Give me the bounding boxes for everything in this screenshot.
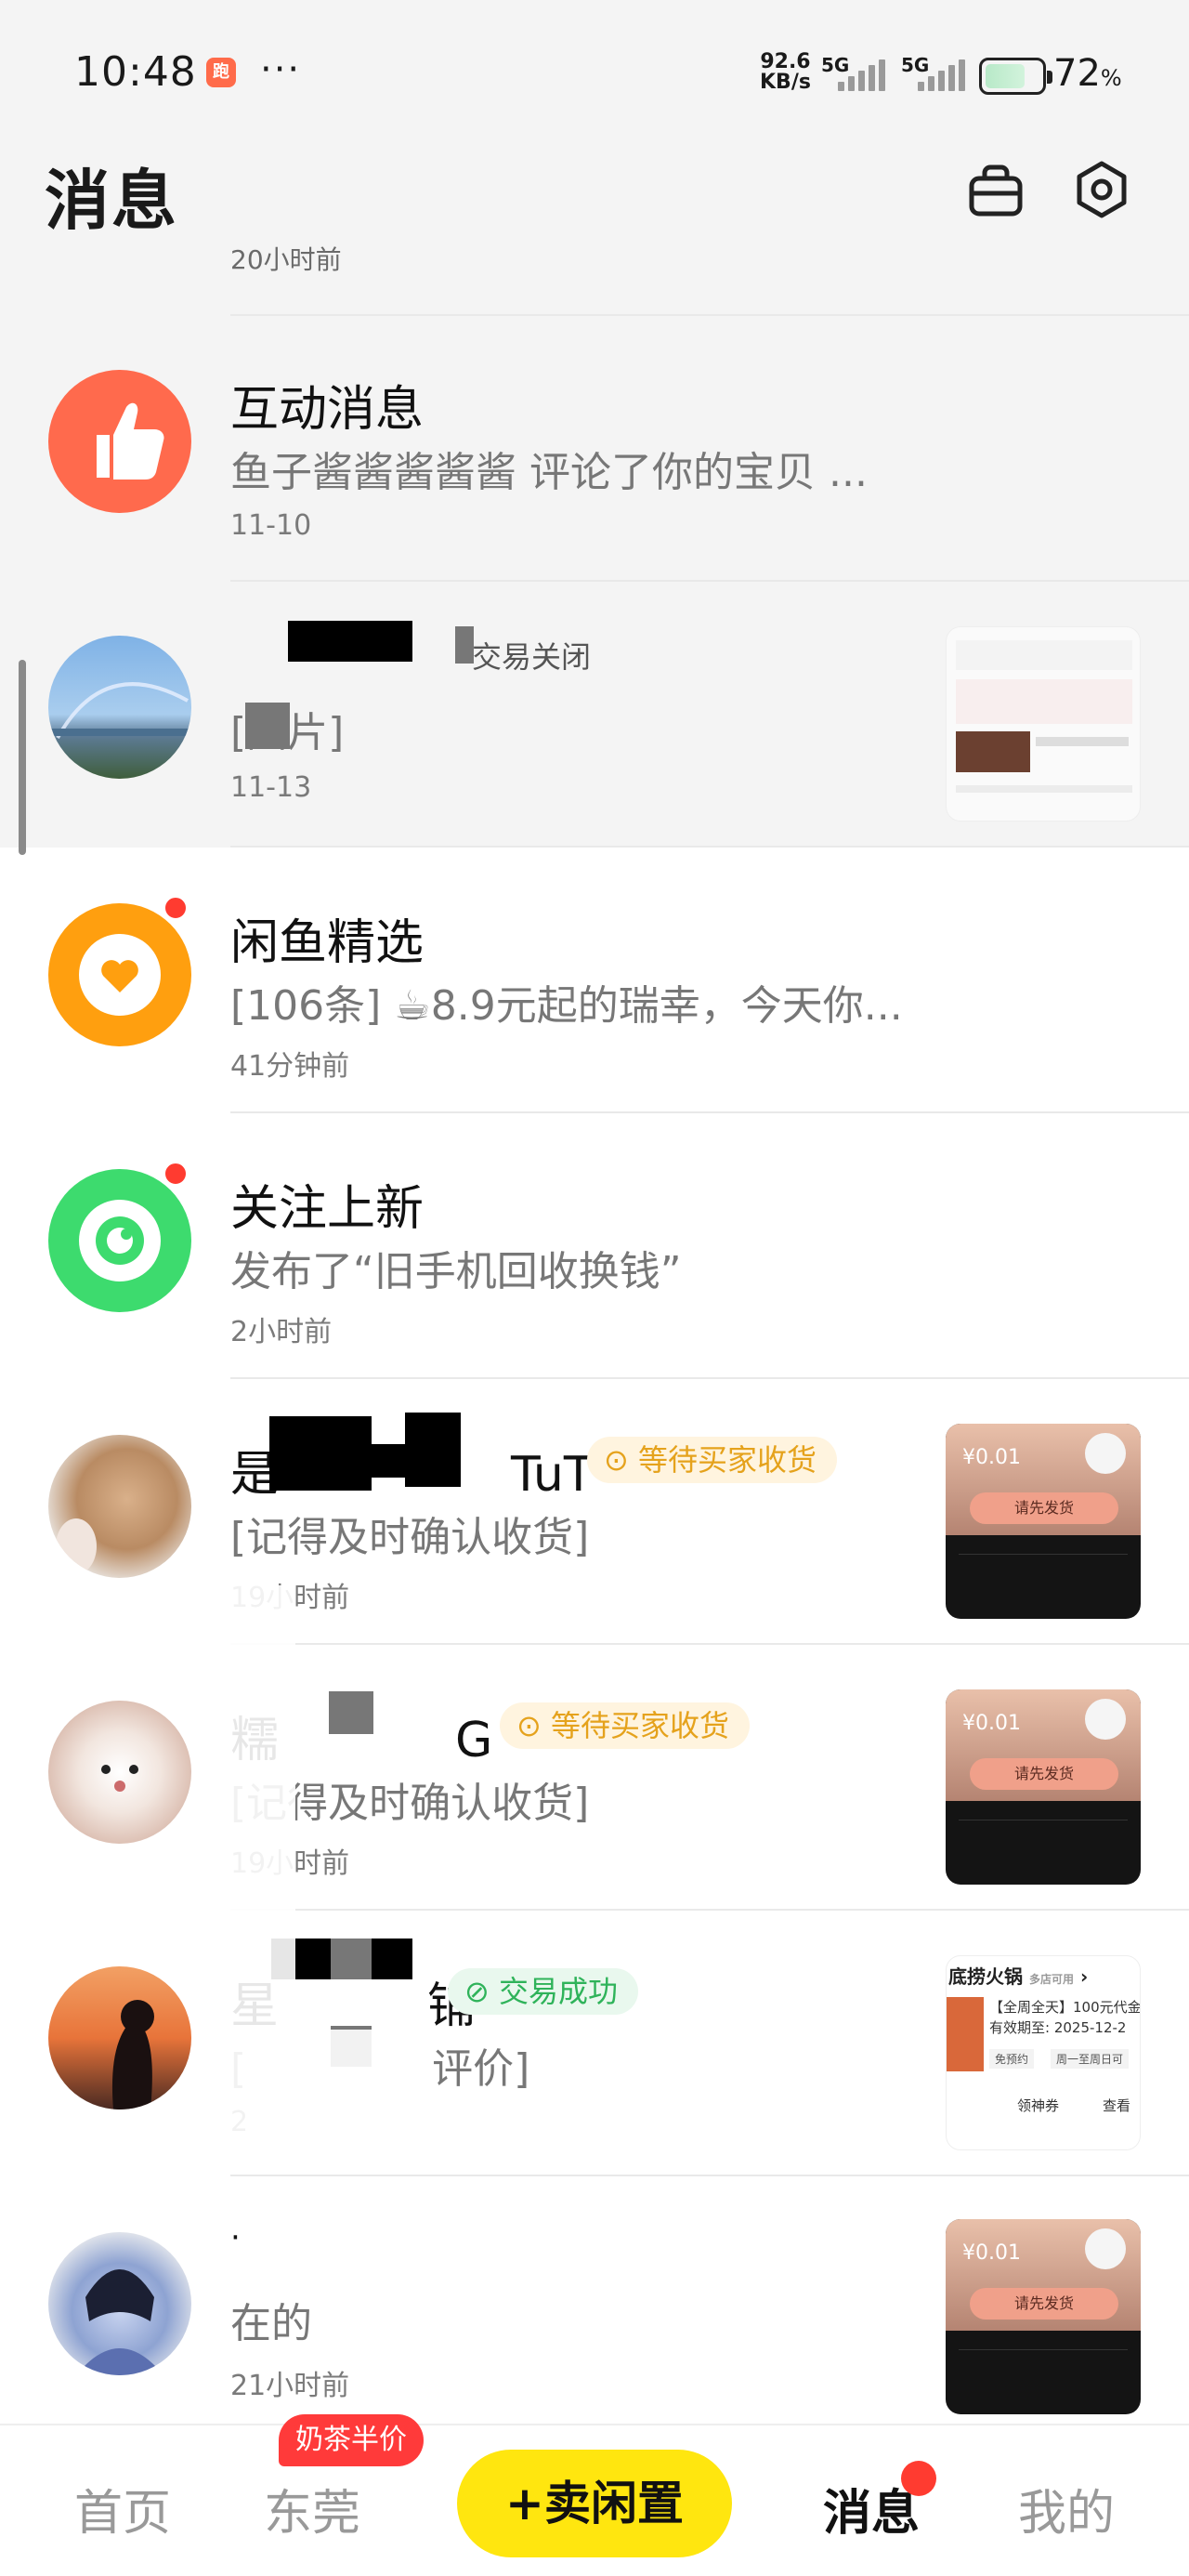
nav-home[interactable]: 首页: [74, 2474, 171, 2543]
redacted-name: [288, 621, 412, 662]
unread-dot: [162, 1160, 189, 1188]
redacted-name: [329, 1691, 373, 1734]
signal-sim2-icon: 5G: [901, 54, 965, 91]
battery-icon: [979, 58, 1052, 95]
bag-icon[interactable]: [966, 160, 1026, 219]
conversation-trade-success[interactable]: 星铺 ⊘ 交易成功 [评价] 2 底捞火锅 多店可用 › 【全周全天】100元代…: [0, 1911, 1189, 2176]
unread-dot: [901, 2461, 936, 2496]
conversation-following-updates[interactable]: 关注上新 发布了“旧手机回收换钱” 2小时前: [0, 1113, 1189, 1379]
status-badge: ⊘ 交易成功: [448, 1968, 638, 2015]
avatar: [48, 1966, 191, 2109]
nav-me[interactable]: 我的: [1018, 2474, 1115, 2543]
sell-button[interactable]: +卖闲置: [457, 2450, 732, 2557]
conversation-time: 2小时前: [230, 1316, 333, 1348]
redacted-name: [331, 1939, 372, 1979]
conversation-preview: 在的: [230, 2300, 312, 2347]
scrollbar[interactable]: [19, 660, 26, 855]
heart-icon: [48, 903, 191, 1046]
network-speed-unit: KB/s: [760, 71, 811, 94]
item-thumbnail[interactable]: ¥0.01 请先发货: [946, 2219, 1141, 2414]
page-title: 消息: [45, 163, 178, 239]
status-badge: ⊙ 等待买家收货: [587, 1437, 837, 1483]
redaction-overlay: [297, 2030, 372, 2150]
avatar: [48, 1435, 191, 1578]
avatar: [48, 1701, 191, 1844]
list-item-timestamp: 20小时前: [230, 244, 342, 275]
redacted-name: [405, 1413, 461, 1487]
item-thumbnail[interactable]: 底捞火锅 多店可用 › 【全周全天】100元代金 有效期至: 2025-12-2…: [946, 1955, 1141, 2150]
conversation-title: 闲鱼精选: [230, 915, 425, 971]
conversation-interactions[interactable]: 互动消息 鱼子酱酱酱酱酱 评论了你的宝贝 ... 11-10: [0, 314, 1189, 580]
status-bar: 10:48 跑 ··· 92.6 KB/s 5G 5G 72%: [0, 0, 1189, 149]
conversation-time: 21小时前: [230, 2370, 350, 2402]
status-badge: 交易关闭: [472, 639, 592, 675]
clock: 10:48: [74, 48, 197, 96]
redacted-preview: [245, 703, 290, 749]
conversation-last[interactable]: · 在的 21小时前 ¥0.01 请先发货: [0, 2176, 1189, 2424]
conversation-preview: [106条] ☕8.9元起的瑞幸，今天你...: [230, 982, 903, 1030]
conversation-preview: 鱼子酱酱酱酱酱 评论了你的宝贝 ...: [230, 449, 868, 496]
signal-sim1-icon: 5G: [821, 54, 885, 91]
conversation-awaiting-receipt-1[interactable]: 是TuT ⊙ 等待买家收货 [记得及时确认收货] 19小时前 ¥0.01 请先发…: [0, 1379, 1189, 1645]
conversation-title: 关注上新: [230, 1181, 425, 1237]
item-thumbnail[interactable]: ¥0.01 请先发货: [946, 1424, 1141, 1619]
unread-dot: [162, 894, 189, 922]
item-thumbnail[interactable]: [946, 626, 1141, 821]
thumbs-up-icon: [48, 370, 191, 513]
redacted-name: [269, 1416, 372, 1491]
promo-badge: 奶茶半价: [279, 2414, 424, 2466]
battery-percent: 72%: [1053, 52, 1122, 95]
conversation-time: 41分钟前: [230, 1050, 350, 1083]
redacted-name: [372, 1444, 405, 1478]
app-notification-icon: 跑: [206, 58, 236, 87]
item-thumbnail[interactable]: ¥0.01 请先发货: [946, 1689, 1141, 1885]
network-speed: 92.6 KB/s: [760, 52, 811, 93]
conversation-preview: [记得及时确认收货]: [230, 1514, 590, 1561]
nav-city[interactable]: 东莞: [264, 2474, 360, 2543]
network-speed-value: 92.6: [760, 50, 811, 73]
status-badge: ⊙ 等待买家收货: [500, 1702, 750, 1749]
conversation-trade-closed[interactable]: 交易关闭 [图片] 11-13: [0, 580, 1189, 846]
conversation-preview: 发布了“旧手机回收换钱”: [230, 1248, 682, 1295]
more-notifications-icon: ···: [260, 48, 302, 91]
conversation-title: 互动消息: [230, 382, 425, 438]
plus-icon: +: [505, 2477, 544, 2530]
avatar: [48, 2232, 191, 2375]
redaction-overlay: [230, 1585, 295, 2143]
bottom-nav: 首页 东莞 奶茶半价 +卖闲置 消息 我的: [0, 2414, 1189, 2576]
conversation-awaiting-receipt-2[interactable]: 糯G ⊙ 等待买家收货 [记得及时确认收货] 19小时前 ¥0.01 请先发货: [0, 1645, 1189, 1911]
eye-icon: [48, 1169, 191, 1312]
avatar: [48, 636, 191, 779]
conversation-xianyu-picks[interactable]: 闲鱼精选 [106条] ☕8.9元起的瑞幸，今天你... 41分钟前: [0, 848, 1189, 1113]
redacted-name: [455, 626, 474, 664]
conversation-time: 11-10: [230, 509, 312, 542]
gear-icon[interactable]: [1072, 160, 1131, 219]
conversation-time: 11-13: [230, 771, 312, 804]
conversation-title: ·: [230, 2219, 241, 2256]
